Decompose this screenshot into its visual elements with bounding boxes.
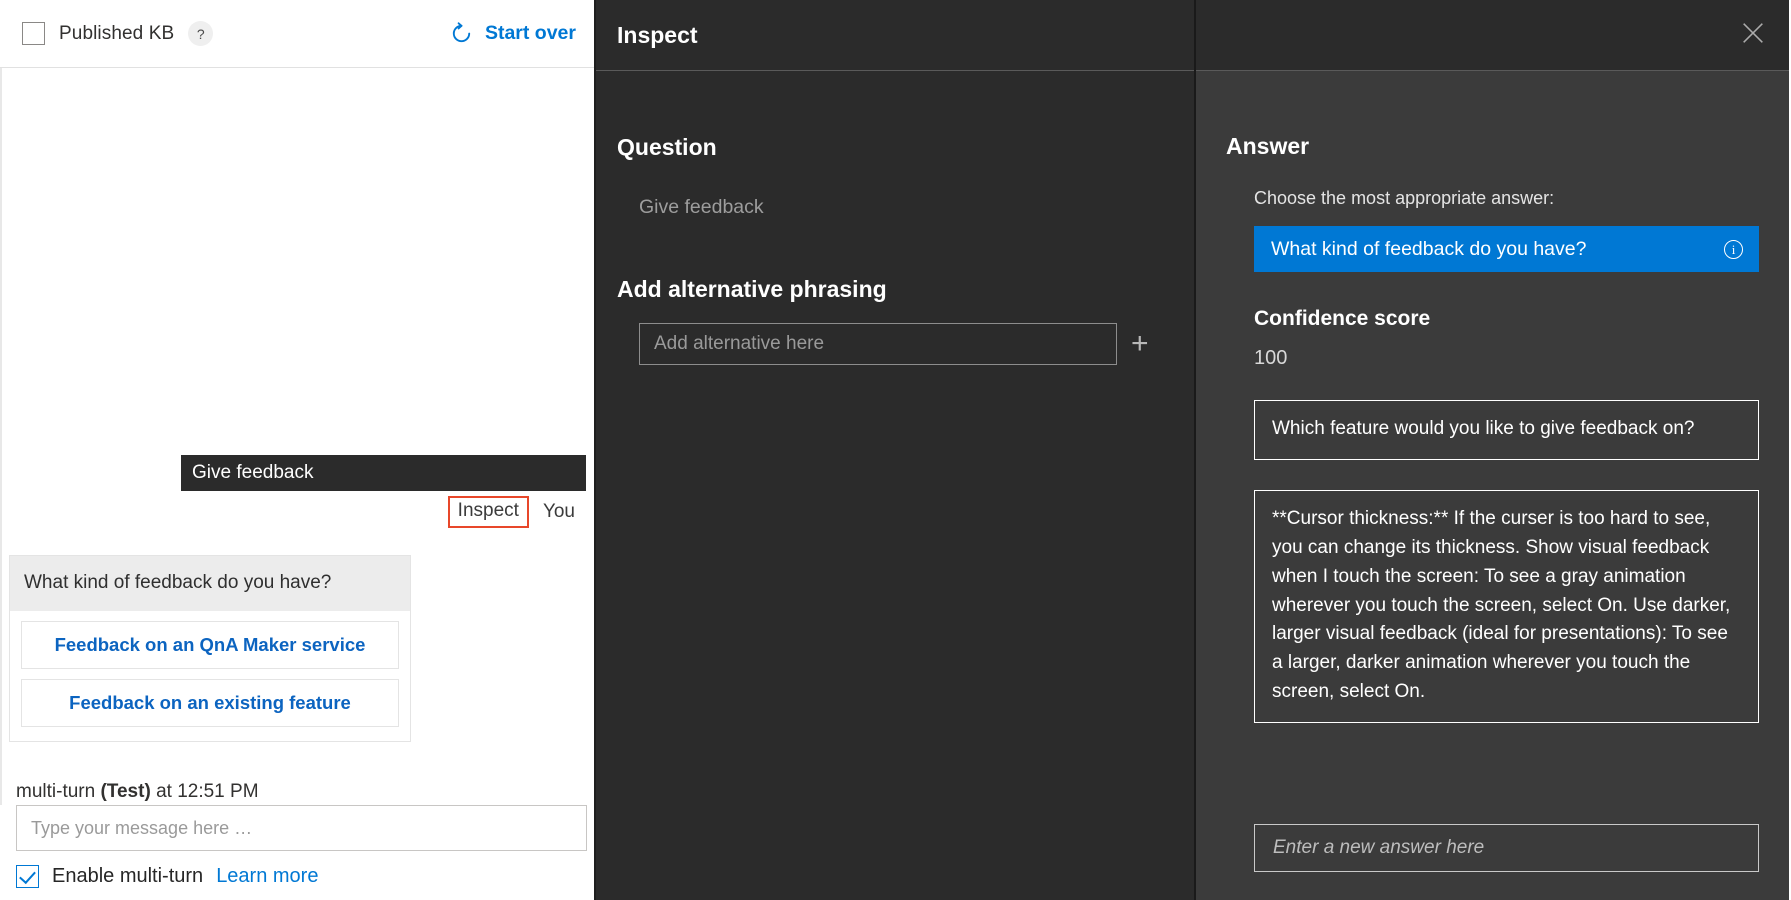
chat-scrollbar[interactable] bbox=[0, 68, 2, 805]
bot-mode: (Test) bbox=[100, 781, 150, 802]
selected-answer-option[interactable]: What kind of feedback do you have? i bbox=[1254, 226, 1759, 272]
user-message-text: Give feedback bbox=[192, 462, 313, 484]
chat-footer: Enable multi-turn Learn more bbox=[0, 805, 594, 900]
bot-question-text: What kind of feedback do you have? bbox=[10, 556, 410, 611]
start-over-label: Start over bbox=[485, 22, 576, 45]
close-icon[interactable] bbox=[1739, 19, 1767, 52]
inspect-panel-body: Question Give feedback Add alternative p… bbox=[596, 71, 1194, 900]
message-input[interactable] bbox=[16, 805, 587, 851]
bot-at-word: at bbox=[156, 781, 172, 802]
answer-panel-header bbox=[1196, 0, 1789, 71]
chat-header: Published KB ? Start over bbox=[0, 0, 594, 68]
answer-section-title: Answer bbox=[1226, 133, 1759, 160]
published-kb-checkbox[interactable] bbox=[22, 22, 45, 45]
answer-panel-body: Answer Choose the most appropriate answe… bbox=[1196, 71, 1789, 900]
plus-icon[interactable]: + bbox=[1131, 329, 1149, 359]
qna-maker-test-screen: Published KB ? Start over Give feedback bbox=[0, 0, 1791, 900]
published-kb-label: Published KB bbox=[59, 23, 174, 45]
sender-label: You bbox=[529, 501, 584, 523]
inspect-panel-title: Inspect bbox=[617, 22, 698, 49]
inspect-button[interactable]: Inspect bbox=[448, 496, 529, 528]
chat-panel: Published KB ? Start over Give feedback bbox=[0, 0, 596, 900]
alternate-answer-option[interactable]: Which feature would you like to give fee… bbox=[1254, 400, 1759, 460]
help-icon[interactable]: ? bbox=[188, 21, 213, 46]
enable-multi-turn-row: Enable multi-turn Learn more bbox=[14, 865, 580, 900]
confidence-score-label: Confidence score bbox=[1254, 307, 1759, 331]
inspect-panel-header: Inspect bbox=[596, 0, 1194, 71]
selected-answer-text: What kind of feedback do you have? bbox=[1271, 238, 1586, 261]
bot-choice-list: Feedback on an QnA Maker service Feedbac… bbox=[10, 611, 410, 741]
alt-phrasing-row: + bbox=[617, 303, 1173, 365]
info-icon[interactable]: i bbox=[1724, 240, 1743, 259]
confidence-score-value: 100 bbox=[1254, 347, 1759, 370]
chat-transcript: Give feedback Inspect You What kind of f… bbox=[0, 68, 594, 805]
choose-answer-label: Choose the most appropriate answer: bbox=[1226, 160, 1759, 209]
refresh-icon bbox=[449, 21, 474, 46]
alternate-answer-option[interactable]: **Cursor thickness:** If the curser is t… bbox=[1254, 490, 1759, 723]
alt-phrasing-section-title: Add alternative phrasing bbox=[617, 276, 1173, 303]
answer-panel: Answer Choose the most appropriate answe… bbox=[1196, 0, 1789, 900]
bot-name: multi-turn bbox=[16, 781, 95, 802]
learn-more-link[interactable]: Learn more bbox=[216, 865, 318, 888]
enable-multi-turn-checkbox[interactable] bbox=[16, 865, 39, 888]
user-message-bubble: Give feedback bbox=[181, 455, 586, 491]
bot-choice-button[interactable]: Feedback on an existing feature bbox=[21, 679, 399, 727]
enable-multi-turn-label: Enable multi-turn bbox=[52, 865, 203, 888]
message-meta-row: Inspect You bbox=[448, 496, 584, 528]
inspect-panel: Inspect Question Give feedback Add alter… bbox=[596, 0, 1196, 900]
start-over-button[interactable]: Start over bbox=[449, 21, 576, 46]
bot-message-timestamp: multi-turn (Test) at 12:51 PM bbox=[16, 781, 259, 803]
new-answer-input[interactable] bbox=[1254, 824, 1759, 872]
published-kb-group: Published KB ? bbox=[22, 21, 213, 46]
question-value: Give feedback bbox=[617, 161, 1173, 219]
question-section-title: Question bbox=[617, 134, 1173, 161]
bot-choice-button[interactable]: Feedback on an QnA Maker service bbox=[21, 621, 399, 669]
bot-answer-card: What kind of feedback do you have? Feedb… bbox=[9, 555, 411, 742]
alt-phrasing-input[interactable] bbox=[639, 323, 1117, 365]
bot-time: 12:51 PM bbox=[177, 781, 258, 802]
